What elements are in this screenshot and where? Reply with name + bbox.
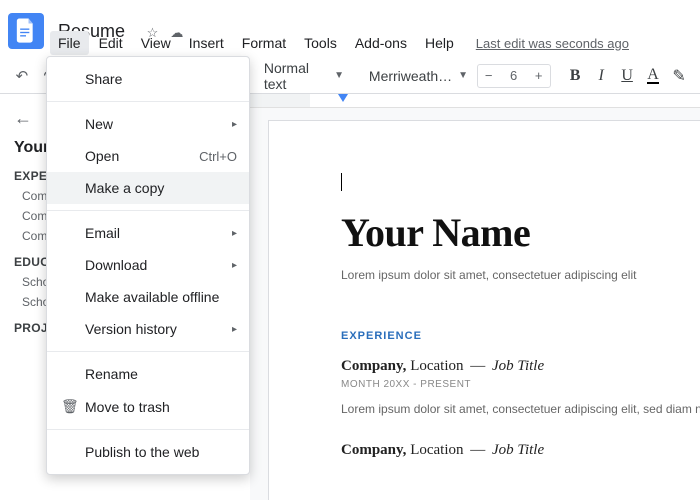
doc-subheading[interactable]: Lorem ipsum dolor sit amet, consectetuer… — [341, 268, 700, 282]
menu-rename[interactable]: Rename — [47, 358, 249, 390]
page[interactable]: Your Name Lorem ipsum dolor sit amet, co… — [268, 120, 700, 500]
separator — [47, 101, 249, 102]
outline-item[interactable]: Company, L — [22, 189, 48, 203]
doc-section-experience[interactable]: EXPERIENCE — [341, 330, 700, 342]
last-edit-link[interactable]: Last edit was seconds ago — [476, 36, 629, 51]
outline-section[interactable]: PROJECTS — [14, 321, 48, 335]
chevron-right-icon: ▸ — [232, 260, 237, 271]
chevron-right-icon: ▸ — [232, 228, 237, 239]
outline-heading[interactable]: Your Name — [14, 139, 48, 157]
chevron-right-icon: ▸ — [232, 119, 237, 130]
separator — [47, 351, 249, 352]
chevron-down-icon: ▼ — [458, 70, 468, 81]
doc-job-line[interactable]: Company, Location — Job Title — [341, 442, 700, 459]
doc-heading-name[interactable]: Your Name — [341, 209, 700, 256]
outline-item[interactable]: School Nam — [22, 295, 48, 309]
text-cursor — [341, 173, 342, 191]
menu-open[interactable]: OpenCtrl+O — [47, 140, 249, 172]
paragraph-style-label: Normal text — [264, 60, 328, 92]
docs-logo[interactable] — [8, 13, 44, 49]
menu-version-history[interactable]: Version history▸ — [47, 313, 249, 345]
indent-marker[interactable] — [338, 94, 348, 102]
menu-download[interactable]: Download▸ — [47, 249, 249, 281]
document-canvas[interactable]: Your Name Lorem ipsum dolor sit amet, co… — [250, 108, 700, 500]
undo-button[interactable]: ↶ — [10, 63, 34, 89]
outline-panel: ← Your Name EXPERIENCE Company, L Compan… — [0, 100, 48, 500]
menu-make-available-offline[interactable]: Make available offline — [47, 281, 249, 313]
italic-button[interactable]: I — [590, 64, 612, 88]
highlight-button[interactable]: ✎ — [668, 64, 690, 88]
menu-make-a-copy[interactable]: Make a copy — [47, 172, 249, 204]
menu-tools[interactable]: Tools — [296, 31, 345, 55]
doc-job-date[interactable]: MONTH 20XX - PRESENT — [341, 379, 700, 390]
bold-button[interactable]: B — [564, 64, 586, 88]
menu-move-to-trash[interactable]: 🗑Move to trash — [47, 390, 249, 423]
outline-item[interactable]: Company, L — [22, 229, 48, 243]
menu-new[interactable]: New▸ — [47, 108, 249, 140]
separator — [47, 429, 249, 430]
font-size-value[interactable]: 6 — [500, 68, 528, 83]
outline-item[interactable]: Company, L — [22, 209, 48, 223]
text-color-button[interactable]: A — [642, 64, 664, 88]
font-size-control: − 6 + — [477, 64, 551, 88]
outline-section[interactable]: EDUCATION — [14, 255, 48, 269]
menu-view[interactable]: View — [133, 31, 179, 55]
menu-format[interactable]: Format — [234, 31, 294, 55]
separator — [47, 210, 249, 211]
increase-size-button[interactable]: + — [528, 68, 550, 83]
file-dropdown: Share New▸ OpenCtrl+O Make a copy Email▸… — [46, 56, 250, 475]
paragraph-style-dropdown[interactable]: Normal text ▼ — [256, 63, 352, 89]
underline-button[interactable]: U — [616, 64, 638, 88]
doc-job-line[interactable]: Company, Location — Job Title — [341, 358, 700, 375]
decrease-size-button[interactable]: − — [478, 68, 500, 83]
back-icon[interactable]: ← — [14, 108, 48, 129]
ruler[interactable] — [250, 94, 700, 108]
menu-insert[interactable]: Insert — [181, 31, 232, 55]
menu-file[interactable]: File — [50, 31, 89, 55]
outline-item[interactable]: School Nam — [22, 275, 48, 289]
trash-icon: 🗑 — [61, 398, 85, 415]
menu-addons[interactable]: Add-ons — [347, 31, 415, 55]
menu-help[interactable]: Help — [417, 31, 462, 55]
menu-email[interactable]: Email▸ — [47, 217, 249, 249]
shortcut-label: Ctrl+O — [199, 149, 237, 164]
menu-publish-to-web[interactable]: Publish to the web — [47, 436, 249, 468]
font-label: Merriweath… — [369, 68, 452, 84]
chevron-down-icon: ▼ — [334, 70, 344, 81]
doc-job-desc[interactable]: Lorem ipsum dolor sit amet, consectetuer… — [341, 400, 700, 418]
menubar: File Edit View Insert Format Tools Add-o… — [50, 30, 629, 56]
menu-edit[interactable]: Edit — [91, 31, 131, 55]
font-dropdown[interactable]: Merriweath… ▼ — [361, 63, 468, 89]
outline-section[interactable]: EXPERIENCE — [14, 169, 48, 183]
menu-share[interactable]: Share — [47, 63, 249, 95]
chevron-right-icon: ▸ — [232, 324, 237, 335]
